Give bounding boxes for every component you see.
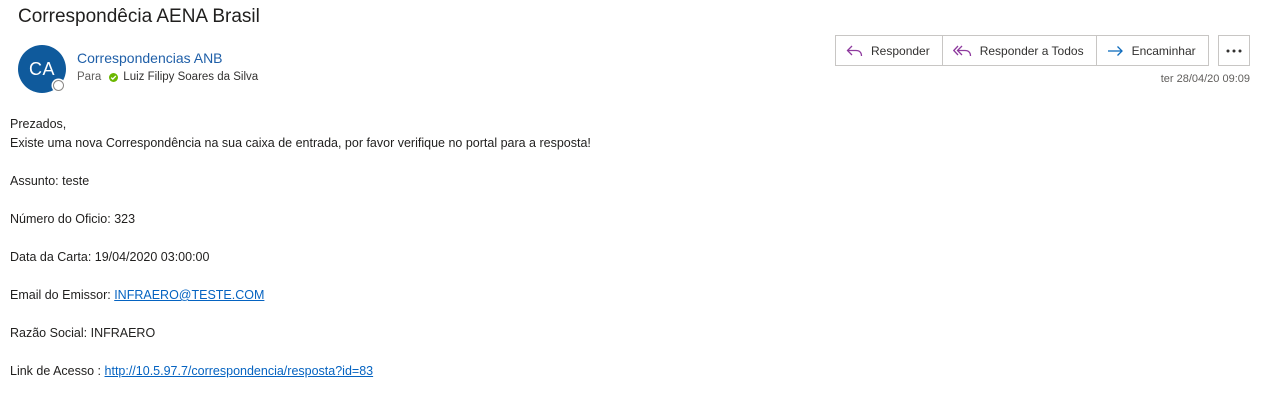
company-name-field: Razão Social: INFRAERO bbox=[10, 326, 156, 340]
sender-email-label: Email do Emissor: bbox=[10, 288, 115, 302]
sender-email-link[interactable]: INFRAERO@TESTE.COM bbox=[114, 288, 264, 302]
presence-status-icon bbox=[53, 80, 64, 91]
access-link-label: Link de Acesso : bbox=[10, 364, 105, 378]
message-actions-toolbar: Responder Responder a Todos Encaminhar bbox=[835, 35, 1209, 66]
more-icon bbox=[1226, 49, 1242, 52]
sender-email-field: Email do Emissor: INFRAERO@TESTE.COM bbox=[10, 286, 591, 305]
message-body: Prezados, Existe uma nova Correspondênci… bbox=[10, 115, 591, 381]
reply-label: Responder bbox=[871, 43, 930, 58]
office-number-field: Número do Oficio: 323 bbox=[10, 212, 136, 226]
reply-icon bbox=[846, 45, 863, 56]
subject-field: Assunto: teste bbox=[10, 174, 90, 188]
reply-all-button[interactable]: Responder a Todos bbox=[943, 36, 1097, 65]
greeting-text: Prezados, bbox=[10, 117, 67, 131]
reply-all-label: Responder a Todos bbox=[979, 43, 1084, 58]
forward-arrow-icon bbox=[1107, 45, 1123, 56]
intro-text: Existe uma nova Correspondência na sua c… bbox=[10, 136, 591, 150]
to-label: Para bbox=[77, 71, 102, 83]
forward-button[interactable]: Encaminhar bbox=[1097, 36, 1208, 65]
reply-all-icon bbox=[952, 45, 971, 56]
email-subject: Correspondêcia AENA Brasil bbox=[18, 6, 260, 27]
recipients-line: Para Luiz Filipy Soares da Silva bbox=[77, 71, 258, 83]
access-link-field: Link de Acesso : http://10.5.97.7/corres… bbox=[10, 362, 591, 381]
more-actions-button[interactable] bbox=[1218, 35, 1250, 66]
recipient-name[interactable]: Luiz Filipy Soares da Silva bbox=[123, 71, 258, 83]
sender-name[interactable]: Correspondencias ANB bbox=[77, 50, 223, 66]
available-status-icon bbox=[109, 72, 119, 82]
reply-button[interactable]: Responder bbox=[836, 36, 943, 65]
forward-label: Encaminhar bbox=[1131, 43, 1196, 58]
letter-date-field: Data da Carta: 19/04/2020 03:00:00 bbox=[10, 250, 210, 264]
access-link[interactable]: http://10.5.97.7/correspondencia/respost… bbox=[105, 364, 374, 378]
sent-timestamp: ter 28/04/20 09:09 bbox=[1160, 73, 1250, 85]
